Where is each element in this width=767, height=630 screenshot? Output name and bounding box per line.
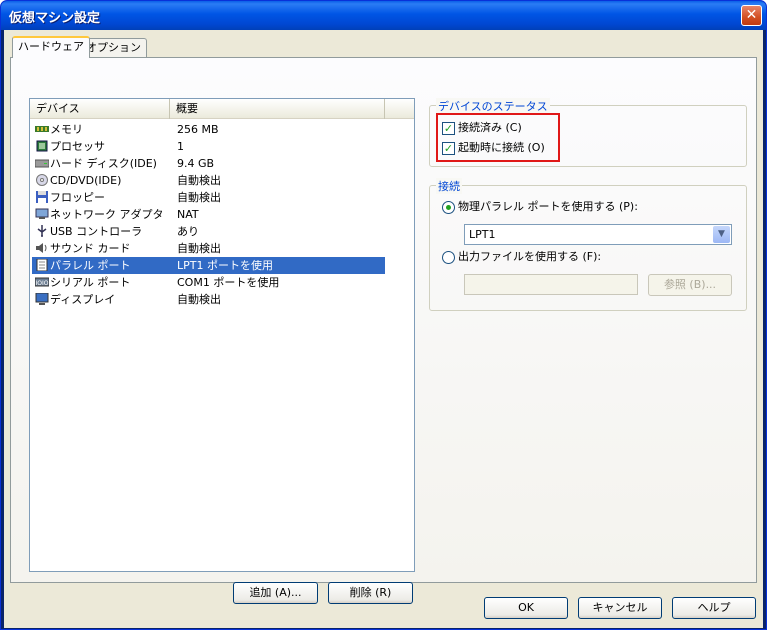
device-name: プロセッサ — [50, 140, 105, 153]
device-row-network-adapter[interactable]: ネットワーク アダプタ NAT — [32, 206, 385, 223]
output-file-input[interactable] — [464, 274, 638, 295]
device-summary: 自動検出 — [177, 174, 221, 187]
connection-title: 接続 — [436, 178, 462, 194]
device-summary: 256 MB — [177, 123, 219, 136]
device-name: CD/DVD(IDE) — [50, 174, 122, 187]
device-row-serial-port[interactable]: IOIO シリアル ポート COM1 ポートを使用 — [32, 274, 385, 291]
virtual-machine-settings-dialog: 仮想マシン設定 ✕ ハードウェア オプション デバイス 概要 メモリ 256 M… — [0, 0, 767, 630]
tab-options[interactable]: オプション — [80, 38, 147, 58]
remove-device-button[interactable]: 削除 (R) — [328, 582, 413, 604]
device-summary: LPT1 ポートを使用 — [177, 259, 273, 272]
device-summary: 自動検出 — [177, 242, 221, 255]
processor-icon — [36, 140, 48, 152]
connected-checkbox[interactable]: ✓ — [442, 122, 455, 135]
tab-panel-hardware: デバイス 概要 メモリ 256 MB プロセッサ 1 ハード ディスク(IDE)… — [10, 57, 757, 604]
ok-button[interactable]: OK — [484, 597, 568, 619]
cancel-button[interactable]: キャンセル — [578, 597, 662, 619]
serial-port-icon: IOIO — [35, 277, 49, 287]
use-physical-port-label[interactable]: 物理パラレル ポートを使用する (P): — [458, 200, 638, 214]
device-row-sound-card[interactable]: サウンド カード 自動検出 — [32, 240, 385, 257]
add-device-button[interactable]: 追加 (A)... — [233, 582, 318, 604]
close-icon: ✕ — [745, 7, 758, 23]
sound-card-icon — [36, 243, 47, 253]
device-row-usb-controller[interactable]: USB コントローラ あり — [32, 223, 385, 240]
physical-port-select[interactable]: LPT1 ▼ — [464, 224, 732, 245]
display-icon — [35, 293, 49, 305]
device-row-floppy[interactable]: フロッピー 自動検出 — [32, 189, 385, 206]
memory-icon — [35, 126, 49, 132]
device-summary: 9.4 GB — [177, 157, 215, 170]
device-row-hard-disk[interactable]: ハード ディスク(IDE) 9.4 GB — [32, 155, 385, 172]
device-name: フロッピー — [50, 191, 105, 204]
device-name: メモリ — [50, 123, 83, 136]
window-title: 仮想マシン設定 — [9, 11, 101, 26]
device-name: シリアル ポート — [50, 276, 131, 289]
hard-disk-icon — [35, 159, 49, 168]
help-button[interactable]: ヘルプ — [672, 597, 756, 619]
device-name: ハード ディスク(IDE) — [50, 157, 157, 170]
use-output-file-radio[interactable] — [442, 251, 455, 264]
device-status-title: デバイスのステータス — [436, 98, 550, 114]
connected-label[interactable]: 接続済み (C) — [458, 121, 522, 135]
parallel-port-icon — [36, 259, 48, 271]
device-row-parallel-port[interactable]: パラレル ポート LPT1 ポートを使用 — [32, 257, 385, 274]
device-list[interactable]: デバイス 概要 メモリ 256 MB プロセッサ 1 ハード ディスク(IDE)… — [29, 98, 415, 572]
device-row-memory[interactable]: メモリ 256 MB — [32, 121, 385, 138]
chevron-down-icon[interactable]: ▼ — [713, 226, 730, 243]
column-header-device[interactable]: デバイス — [30, 99, 170, 119]
device-summary: 自動検出 — [177, 191, 221, 204]
floppy-icon — [36, 191, 48, 203]
column-header-summary[interactable]: 概要 — [170, 99, 385, 119]
use-output-file-label[interactable]: 出力ファイルを使用する (F): — [458, 250, 601, 264]
device-summary: 1 — [177, 140, 184, 153]
connect-at-power-on-label[interactable]: 起動時に接続 (O) — [458, 141, 545, 155]
device-name: パラレル ポート — [50, 259, 131, 272]
dialog-client-area: ハードウェア オプション デバイス 概要 メモリ 256 MB プロセッサ 1 — [4, 30, 763, 628]
usb-icon — [37, 225, 47, 237]
connect-at-power-on-checkbox[interactable]: ✓ — [442, 142, 455, 155]
cd-dvd-icon — [36, 174, 48, 186]
device-row-processor[interactable]: プロセッサ 1 — [32, 138, 385, 155]
physical-port-value: LPT1 — [469, 228, 496, 241]
device-name: ネットワーク アダプタ — [50, 208, 164, 221]
device-summary: あり — [177, 225, 199, 238]
device-list-header: デバイス 概要 — [30, 99, 414, 119]
device-name: サウンド カード — [50, 242, 131, 255]
device-name: USB コントローラ — [50, 225, 143, 238]
device-row-cd-dvd[interactable]: CD/DVD(IDE) 自動検出 — [32, 172, 385, 189]
network-adapter-icon — [35, 208, 49, 219]
browse-button[interactable]: 参照 (B)... — [648, 274, 732, 296]
device-row-display[interactable]: ディスプレイ 自動検出 — [32, 291, 385, 308]
tab-hardware[interactable]: ハードウェア — [12, 36, 90, 58]
close-button[interactable]: ✕ — [741, 5, 762, 26]
use-physical-port-radio[interactable] — [442, 201, 455, 214]
device-name: ディスプレイ — [50, 293, 116, 306]
device-summary: 自動検出 — [177, 293, 221, 306]
device-summary: NAT — [177, 208, 199, 221]
device-summary: COM1 ポートを使用 — [177, 276, 280, 289]
title-bar[interactable]: 仮想マシン設定 ✕ — [1, 1, 766, 30]
svg-text:IOIO: IOIO — [36, 280, 49, 287]
